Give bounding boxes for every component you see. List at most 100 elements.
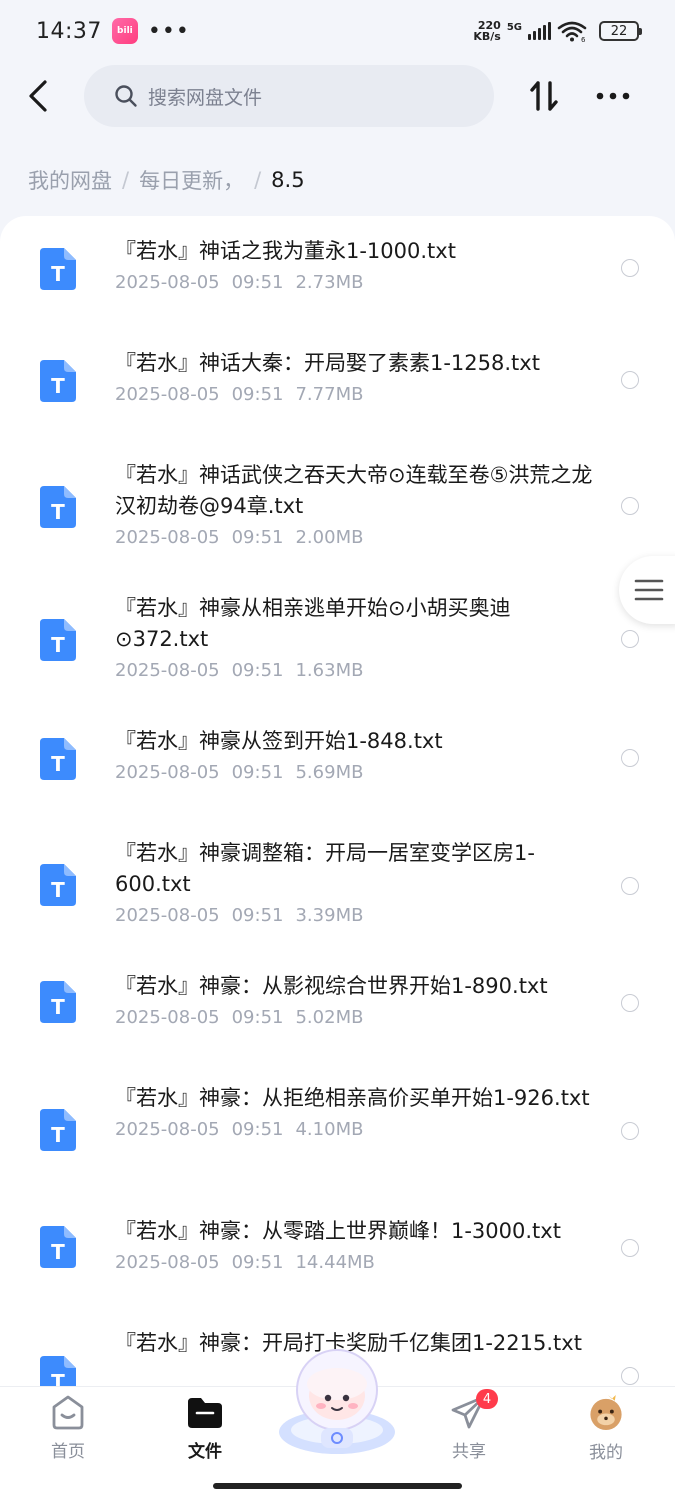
file-meta: 2025-08-05 09:51 3.39MB bbox=[115, 904, 595, 928]
txt-file-icon: T bbox=[40, 619, 76, 661]
select-checkbox[interactable] bbox=[621, 1367, 639, 1385]
net-speed-unit: KB/s bbox=[473, 30, 501, 43]
file-size: 3.39MB bbox=[295, 905, 364, 926]
nav-home[interactable]: 首页 bbox=[23, 1393, 113, 1463]
txt-file-icon: T bbox=[40, 1109, 76, 1151]
astronaut-mascot-icon[interactable] bbox=[276, 1340, 398, 1458]
txt-file-icon: T bbox=[40, 360, 76, 402]
file-meta: 2025-08-05 09:51 1.63MB bbox=[115, 659, 595, 683]
svg-text:6: 6 bbox=[581, 36, 586, 42]
breadcrumb-separator: / bbox=[254, 168, 262, 192]
select-checkbox[interactable] bbox=[621, 259, 639, 277]
battery-level: 22 bbox=[610, 23, 628, 39]
file-meta: 2025-08-05 09:51 2.73MB bbox=[115, 271, 595, 295]
home-icon bbox=[52, 1395, 84, 1430]
search-icon bbox=[115, 85, 137, 107]
file-text: 『若水』神豪：从零踏上世界巅峰！1-3000.txt 2025-08-05 09:… bbox=[115, 1216, 595, 1275]
file-list[interactable]: T 『若水』神话之我为董永1-1000.txt 2025-08-05 09:51 2… bbox=[0, 216, 675, 1386]
file-text: 『若水』神话武侠之吞天大帝⊙连载至卷⑤洪荒之龙汉初劫卷@94章.txt 2025… bbox=[115, 460, 595, 550]
file-name: 『若水』神话武侠之吞天大帝⊙连载至卷⑤洪荒之龙汉初劫卷@94章.txt bbox=[115, 463, 593, 518]
file-row[interactable]: T 『若水』神豪：从零踏上世界巅峰！1-3000.txt 2025-08-05 0… bbox=[0, 1194, 675, 1306]
svg-text:T: T bbox=[51, 633, 65, 657]
file-name: 『若水』神豪：从拒绝相亲高价买单开始1-926.txt bbox=[115, 1086, 590, 1110]
nav-label: 首页 bbox=[51, 1442, 85, 1462]
file-text: 『若水』神豪调整箱：开局一居室变学区房1-600.txt 2025-08-05 0… bbox=[115, 838, 595, 928]
file-time: 09:51 bbox=[231, 762, 284, 783]
txt-file-icon: T bbox=[40, 486, 76, 528]
txt-file-icon: T bbox=[40, 1356, 76, 1386]
file-text: 『若水』神话之我为董永1-1000.txt 2025-08-05 09:51 2.7… bbox=[115, 236, 595, 295]
file-size: 14.44MB bbox=[295, 1252, 375, 1273]
svg-text:T: T bbox=[51, 262, 65, 286]
file-name: 『若水』神豪从签到开始1-848.txt bbox=[115, 729, 443, 753]
sort-icon bbox=[530, 81, 558, 111]
select-checkbox[interactable] bbox=[621, 994, 639, 1012]
file-row[interactable]: T 『若水』神豪从相亲逃单开始⊙小胡买奥迪⊙372.txt 2025-08-05… bbox=[0, 573, 675, 706]
file-date: 2025-08-05 bbox=[115, 272, 220, 293]
nav-label: 我的 bbox=[589, 1443, 623, 1463]
file-row[interactable]: T 『若水』神话武侠之吞天大帝⊙连载至卷⑤洪荒之龙汉初劫卷@94章.txt 20… bbox=[0, 440, 675, 573]
back-button[interactable] bbox=[22, 76, 54, 116]
select-checkbox[interactable] bbox=[621, 1122, 639, 1140]
file-meta: 2025-08-05 09:51 5.02MB bbox=[115, 1006, 595, 1030]
select-checkbox[interactable] bbox=[621, 1239, 639, 1257]
file-meta: 2025-08-05 09:51 5.69MB bbox=[115, 761, 595, 785]
file-date: 2025-08-05 bbox=[115, 527, 220, 548]
file-name: 『若水』神豪从相亲逃单开始⊙小胡买奥迪⊙372.txt bbox=[115, 596, 511, 651]
breadcrumb-root[interactable]: 我的网盘 bbox=[28, 165, 112, 195]
select-checkbox[interactable] bbox=[621, 371, 639, 389]
txt-file-icon: T bbox=[40, 738, 76, 780]
file-size: 2.00MB bbox=[295, 527, 364, 548]
file-text: 『若水』神豪从签到开始1-848.txt 2025-08-05 09:51 5.69… bbox=[115, 726, 595, 785]
file-row[interactable]: T 『若水』神豪：从拒绝相亲高价买单开始1-926.txt 2025-08-05… bbox=[0, 1061, 675, 1194]
nav-share[interactable]: 4 共享 bbox=[424, 1389, 514, 1463]
select-checkbox[interactable] bbox=[621, 497, 639, 515]
select-checkbox[interactable] bbox=[621, 749, 639, 767]
home-indicator[interactable] bbox=[213, 1483, 462, 1489]
svg-text:T: T bbox=[51, 500, 65, 524]
file-date: 2025-08-05 bbox=[115, 1252, 220, 1273]
file-time: 09:51 bbox=[231, 384, 284, 405]
status-time: 14:37 bbox=[36, 18, 102, 44]
bilibili-icon: bili bbox=[111, 18, 138, 44]
txt-file-icon: T bbox=[40, 981, 76, 1023]
profile-avatar-icon bbox=[590, 1394, 622, 1431]
back-arrow-icon bbox=[29, 80, 47, 112]
nav-profile[interactable]: 我的 bbox=[561, 1393, 651, 1463]
file-date: 2025-08-05 bbox=[115, 1119, 220, 1140]
txt-file-icon: T bbox=[40, 248, 76, 290]
svg-text:T: T bbox=[51, 878, 65, 902]
file-time: 09:51 bbox=[231, 1252, 284, 1273]
status-more-dots: ••• bbox=[147, 18, 190, 44]
sort-button[interactable] bbox=[525, 74, 563, 118]
file-text: 『若水』神豪：从拒绝相亲高价买单开始1-926.txt 2025-08-05 09… bbox=[115, 1083, 595, 1142]
select-checkbox[interactable] bbox=[621, 877, 639, 895]
menu-lines-icon bbox=[634, 579, 664, 601]
file-row[interactable]: T 『若水』神话大秦：开局娶了素素1-1258.txt 2025-08-05 09… bbox=[0, 328, 675, 440]
file-size: 2.73MB bbox=[295, 272, 364, 293]
search-placeholder: 搜索网盘文件 bbox=[148, 86, 263, 109]
file-name: 『若水』神话大秦：开局娶了素素1-1258.txt bbox=[115, 351, 540, 375]
top-bar: 搜索网盘文件 bbox=[0, 62, 675, 130]
file-date: 2025-08-05 bbox=[115, 905, 220, 926]
file-time: 09:51 bbox=[231, 527, 284, 548]
svg-text:T: T bbox=[51, 752, 65, 776]
breadcrumb-current: 8.5 bbox=[271, 168, 305, 192]
nav-files[interactable]: 文件 bbox=[160, 1393, 250, 1463]
file-size: 4.10MB bbox=[295, 1119, 364, 1140]
svg-text:T: T bbox=[51, 374, 65, 398]
file-text: 『若水』神话大秦：开局娶了素素1-1258.txt 2025-08-05 09:5… bbox=[115, 348, 595, 407]
file-row[interactable]: T 『若水』神话之我为董永1-1000.txt 2025-08-05 09:51 2… bbox=[0, 216, 675, 328]
select-checkbox[interactable] bbox=[621, 630, 639, 648]
file-row[interactable]: T 『若水』神豪：从影视综合世界开始1-890.txt 2025-08-05 09… bbox=[0, 949, 675, 1061]
file-row[interactable]: T 『若水』神豪从签到开始1-848.txt 2025-08-05 09:51 5.… bbox=[0, 706, 675, 808]
file-row[interactable]: T 『若水』神豪调整箱：开局一居室变学区房1-600.txt 2025-08-0… bbox=[0, 816, 675, 949]
search-input[interactable]: 搜索网盘文件 bbox=[84, 65, 494, 127]
file-meta: 2025-08-05 09:51 7.77MB bbox=[115, 383, 595, 407]
status-bar: 14:37 bili ••• 220 KB/s 5G 6 22 bbox=[0, 0, 675, 62]
svg-text:T: T bbox=[51, 1240, 65, 1264]
breadcrumb-daily-updates[interactable]: 每日更新， bbox=[139, 165, 244, 195]
nav-label: 共享 bbox=[452, 1442, 486, 1462]
more-button[interactable] bbox=[594, 74, 632, 118]
file-time: 09:51 bbox=[231, 1119, 284, 1140]
